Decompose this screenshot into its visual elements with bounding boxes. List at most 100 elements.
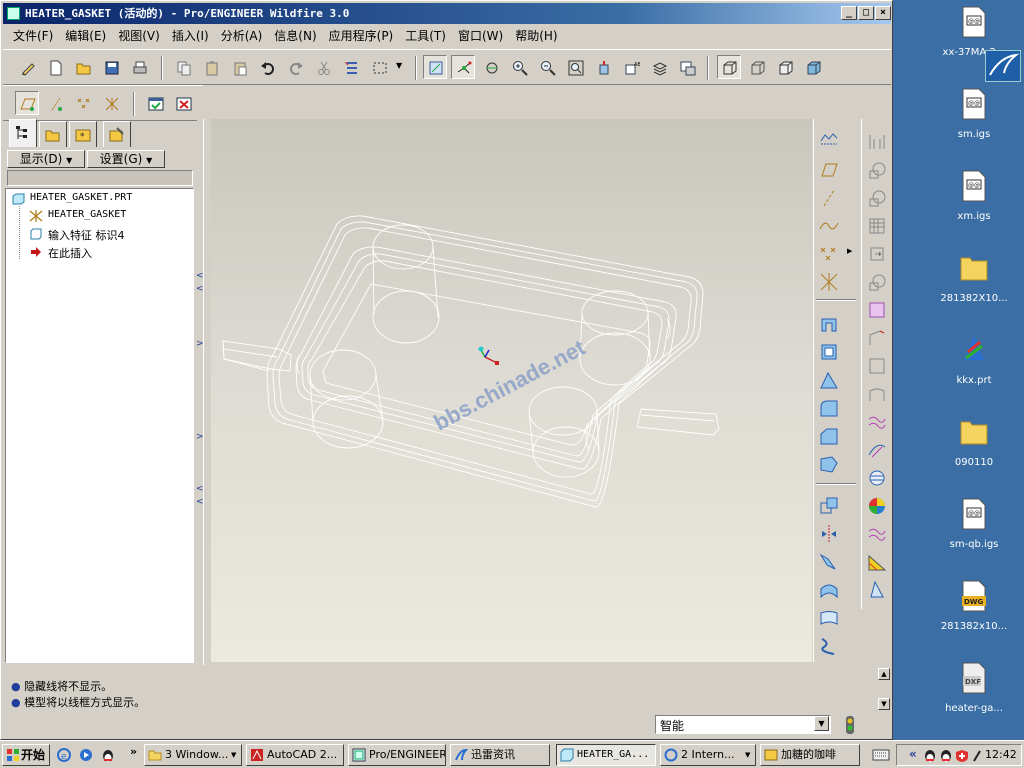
- sketched-datum-curve-button[interactable]: [818, 129, 840, 151]
- start-button[interactable]: 开始: [2, 744, 50, 766]
- datum-points-toggle[interactable]: [71, 91, 95, 115]
- paste-button[interactable]: [199, 55, 223, 79]
- regenerate-button[interactable]: [339, 55, 363, 79]
- scroll-up-icon[interactable]: ▲: [878, 668, 890, 680]
- collapse-arrow-icon[interactable]: <: [196, 284, 204, 294]
- zoom-out-button[interactable]: [535, 55, 559, 79]
- hidden-line-button[interactable]: [745, 55, 769, 79]
- proe-launcher-icon[interactable]: [985, 50, 1021, 82]
- minimize-button[interactable]: _: [841, 6, 857, 20]
- desktop-icon[interactable]: 281382X10...: [924, 252, 1024, 304]
- expand-arrow-icon[interactable]: >: [196, 432, 204, 442]
- datum-point-tool-button[interactable]: ▶: [818, 243, 852, 265]
- pattern-tool-button[interactable]: [818, 551, 840, 573]
- datum-axes-toggle[interactable]: [43, 91, 67, 115]
- panel-sash[interactable]: < < > > < <: [196, 119, 209, 665]
- taskbar-item[interactable]: 2 Intern... ▼: [660, 744, 756, 766]
- menu-file[interactable]: 文件(F): [7, 25, 59, 47]
- pen-tray-icon[interactable]: [971, 749, 983, 763]
- open-button[interactable]: [71, 55, 95, 79]
- menu-applications[interactable]: 应用程序(P): [323, 25, 400, 47]
- save-button[interactable]: [99, 55, 123, 79]
- trim-tool-button[interactable]: [818, 607, 840, 629]
- print-button[interactable]: [127, 55, 151, 79]
- mirror-tool-button[interactable]: [818, 523, 840, 545]
- scroll-down-icon[interactable]: ▼: [878, 698, 890, 710]
- reflection-analysis-button[interactable]: [866, 523, 888, 545]
- taskbar-item[interactable]: 加糖的咖啡: [760, 744, 860, 766]
- close-button[interactable]: ×: [875, 6, 891, 20]
- wireframe-button[interactable]: [717, 55, 741, 79]
- cut-button[interactable]: [311, 55, 335, 79]
- saved-views-button[interactable]: AB: [619, 55, 643, 79]
- offset-tool-button[interactable]: [866, 243, 888, 265]
- boundary-blend-button[interactable]: [866, 355, 888, 377]
- collapse-arrow-icon[interactable]: <: [196, 484, 204, 494]
- redo-button[interactable]: [283, 55, 307, 79]
- desktop-icon[interactable]: 090110: [924, 416, 1024, 468]
- menu-window[interactable]: 窗口(W): [452, 25, 509, 47]
- menu-tools[interactable]: 工具(T): [399, 25, 452, 47]
- style-tool-button[interactable]: [866, 411, 888, 433]
- antivirus-shield-icon[interactable]: [955, 749, 969, 763]
- chevron-down-icon[interactable]: ▼: [814, 716, 829, 731]
- refit-button[interactable]: [563, 55, 587, 79]
- title-bar[interactable]: HEATER_GASKET (活动的) - Pro/ENGINEER Wildf…: [3, 3, 891, 24]
- taskbar-item[interactable]: 迅雷资讯: [450, 744, 550, 766]
- copy-button[interactable]: [171, 55, 195, 79]
- menu-analysis[interactable]: 分析(A): [215, 25, 269, 47]
- collapse-arrow-icon[interactable]: <: [196, 271, 204, 281]
- menu-edit[interactable]: 编辑(E): [59, 25, 112, 47]
- maximize-button[interactable]: □: [858, 6, 874, 20]
- curvature-analysis-button[interactable]: [866, 495, 888, 517]
- rib-tool-button[interactable]: [818, 453, 840, 475]
- hole-tool-button[interactable]: [866, 131, 888, 153]
- warp-tool-button[interactable]: [866, 327, 888, 349]
- model-tree-window-button[interactable]: [143, 91, 167, 115]
- tab-folder-browser[interactable]: [39, 121, 67, 147]
- datum-csys-tool-button[interactable]: [818, 271, 840, 293]
- menu-info[interactable]: 信息(N): [268, 25, 322, 47]
- close-window-button[interactable]: [171, 91, 195, 115]
- message-scrollbar[interactable]: ▲ ▼: [877, 668, 891, 712]
- media-player-quicklaunch-icon[interactable]: [78, 747, 94, 763]
- menu-view[interactable]: 视图(V): [112, 25, 166, 47]
- variable-section-sweep-button[interactable]: [866, 383, 888, 405]
- spin-center-button[interactable]: [451, 55, 475, 79]
- datum-axis-tool-button[interactable]: [818, 187, 840, 209]
- quicklaunch-overflow-icon[interactable]: »: [130, 745, 137, 758]
- paste-special-button[interactable]: [227, 55, 251, 79]
- round-tool-button[interactable]: [818, 397, 840, 419]
- copy-geometry-button[interactable]: [818, 495, 840, 517]
- desktop-icon[interactable]: @@ xm.igs: [924, 170, 1024, 222]
- selection-filter-dropdown[interactable]: 智能 ▼: [655, 715, 831, 734]
- taskbar-item[interactable]: 3 Window... ▼: [144, 744, 242, 766]
- revolve-tool-button[interactable]: [866, 159, 888, 181]
- flyout-arrow-icon[interactable]: ▶: [847, 247, 852, 255]
- extend-tool-button[interactable]: [818, 635, 840, 657]
- new-from-template-button[interactable]: [15, 55, 39, 79]
- new-button[interactable]: [43, 55, 67, 79]
- qq-quicklaunch-icon[interactable]: [100, 747, 116, 763]
- undo-button[interactable]: [255, 55, 279, 79]
- shell-tool-button[interactable]: [818, 341, 840, 363]
- reorient-button[interactable]: [591, 55, 615, 79]
- draft-tool-button[interactable]: [818, 369, 840, 391]
- tab-favorites[interactable]: *: [69, 121, 97, 147]
- taskbar-item-active[interactable]: HEATER_GA...: [556, 744, 656, 766]
- extrude-tool-button[interactable]: [818, 313, 840, 335]
- zoom-in-button[interactable]: [507, 55, 531, 79]
- qq-tray-icon[interactable]: [939, 748, 953, 764]
- menu-help[interactable]: 帮助(H): [509, 25, 563, 47]
- no-hidden-button[interactable]: [773, 55, 797, 79]
- coordinate-systems-toggle[interactable]: [99, 91, 123, 115]
- desktop-icon[interactable]: @@ sm.igs: [924, 88, 1024, 140]
- collapse-arrow-icon[interactable]: <: [196, 497, 204, 507]
- thicken-tool-button[interactable]: [866, 271, 888, 293]
- view-manager-button[interactable]: [675, 55, 699, 79]
- orient-mode-button[interactable]: [479, 55, 503, 79]
- slope-analysis-button[interactable]: [866, 579, 888, 601]
- repaint-button[interactable]: [423, 55, 447, 79]
- datum-curve-tool-button[interactable]: [818, 215, 840, 237]
- menu-insert[interactable]: 插入(I): [166, 25, 215, 47]
